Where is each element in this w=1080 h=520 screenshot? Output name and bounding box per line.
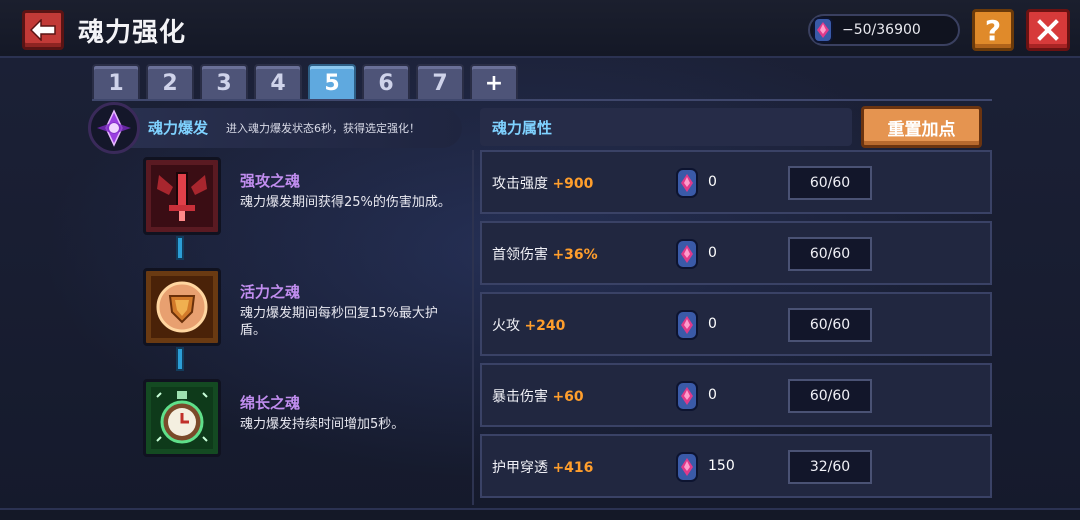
- currency-amount: −50/36900: [842, 22, 921, 38]
- attributes-title: 魂力属性: [492, 119, 553, 137]
- attribute-label: 攻击强度 +900: [492, 173, 593, 193]
- attribute-row[interactable]: 攻击强度 +900 0 60/60: [480, 150, 992, 214]
- question-mark-icon: ?: [984, 13, 1002, 47]
- skill-description: 进入魂力爆发状态6秒，获得选定强化！: [226, 122, 420, 135]
- attribute-name: 火攻: [492, 318, 520, 334]
- attribute-cost: 0: [708, 245, 717, 261]
- tabs-divider: [92, 99, 992, 101]
- tab-5[interactable]: 5: [308, 64, 356, 100]
- attribute-name: 攻击强度: [492, 176, 548, 192]
- attribute-progress[interactable]: 60/60: [788, 379, 872, 413]
- help-button[interactable]: ?: [972, 9, 1014, 51]
- attribute-row[interactable]: 护甲穿透 +416 150 32/60: [480, 434, 992, 498]
- soul-description: 魂力爆发期间获得25%的伤害加成。: [240, 195, 451, 210]
- soul-gem-icon: [676, 452, 698, 482]
- reset-points-button[interactable]: 重置加点: [861, 106, 982, 148]
- soul-connector: [176, 236, 184, 260]
- attribute-progress[interactable]: 60/60: [788, 166, 872, 200]
- attribute-name: 首领伤害: [492, 247, 548, 263]
- header-bar: 魂力强化 −50/36900 ?: [0, 0, 1080, 58]
- close-icon: [1037, 19, 1059, 41]
- soul-gem-icon: [676, 239, 698, 269]
- soul-gem-icon: [676, 381, 698, 411]
- attribute-progress[interactable]: 60/60: [788, 237, 872, 271]
- purple-crystal-icon: [97, 109, 131, 147]
- soul-title: 强攻之魂: [240, 172, 301, 190]
- attribute-label: 首领伤害 +36%: [492, 244, 598, 264]
- tab-4[interactable]: 4: [254, 64, 302, 100]
- soul-title: 绵长之魂: [240, 394, 301, 412]
- build-tabs: 1 2 3 4 5 6 7 +: [92, 64, 518, 100]
- attribute-name: 暴击伤害: [492, 389, 548, 405]
- tab-1[interactable]: 1: [92, 64, 140, 100]
- soul-description: 魂力爆发期间每秒回复15%最大护盾。: [240, 306, 438, 338]
- shield-icon: [151, 276, 213, 338]
- attribute-label: 护甲穿透 +416: [492, 457, 593, 477]
- back-arrow-icon: [30, 19, 56, 41]
- tab-7[interactable]: 7: [416, 64, 464, 100]
- attribute-cost: 150: [708, 458, 735, 474]
- soul-gem-icon: [676, 310, 698, 340]
- plus-icon: +: [484, 70, 504, 96]
- attribute-bonus: +900: [552, 176, 594, 192]
- attribute-name: 护甲穿透: [492, 460, 548, 476]
- attribute-bonus: +240: [524, 318, 566, 334]
- bottom-border: [0, 508, 1080, 520]
- red-sword-icon: [151, 165, 213, 227]
- attribute-cost: 0: [708, 387, 717, 403]
- tab-2[interactable]: 2: [146, 64, 194, 100]
- soul-option-strike[interactable]: [143, 157, 221, 235]
- attribute-label: 火攻 +240: [492, 315, 565, 335]
- tab-6[interactable]: 6: [362, 64, 410, 100]
- page-title: 魂力强化: [78, 18, 187, 48]
- attribute-row[interactable]: 火攻 +240 0 60/60: [480, 292, 992, 356]
- attribute-bonus: +60: [552, 389, 584, 405]
- soul-gem-icon: [676, 168, 698, 198]
- soul-gem-icon: [813, 17, 833, 43]
- attribute-row[interactable]: 暴击伤害 +60 0 60/60: [480, 363, 992, 427]
- panel-divider: [472, 150, 474, 505]
- attribute-progress[interactable]: 32/60: [788, 450, 872, 484]
- soul-description: 魂力爆发持续时间增加5秒。: [240, 417, 405, 432]
- close-button[interactable]: [1026, 9, 1070, 51]
- soul-gem-currency: −50/36900: [808, 14, 960, 46]
- soul-option-endurance[interactable]: [143, 379, 221, 457]
- attribute-bonus: +416: [552, 460, 594, 476]
- soul-burst-icon[interactable]: [88, 102, 140, 154]
- soul-connector: [176, 347, 184, 371]
- attribute-progress[interactable]: 60/60: [788, 308, 872, 342]
- soul-option-vitality[interactable]: [143, 268, 221, 346]
- tab-3[interactable]: 3: [200, 64, 248, 100]
- attribute-cost: 0: [708, 174, 717, 190]
- attribute-cost: 0: [708, 316, 717, 332]
- add-tab-button[interactable]: +: [470, 64, 518, 100]
- skill-name: 魂力爆发: [148, 119, 209, 137]
- attribute-bonus: +36%: [552, 247, 598, 263]
- soul-title: 活力之魂: [240, 283, 301, 301]
- attribute-row[interactable]: 首领伤害 +36% 0 60/60: [480, 221, 992, 285]
- clock-icon: [151, 387, 213, 449]
- back-button[interactable]: [22, 10, 64, 50]
- attribute-label: 暴击伤害 +60: [492, 386, 584, 406]
